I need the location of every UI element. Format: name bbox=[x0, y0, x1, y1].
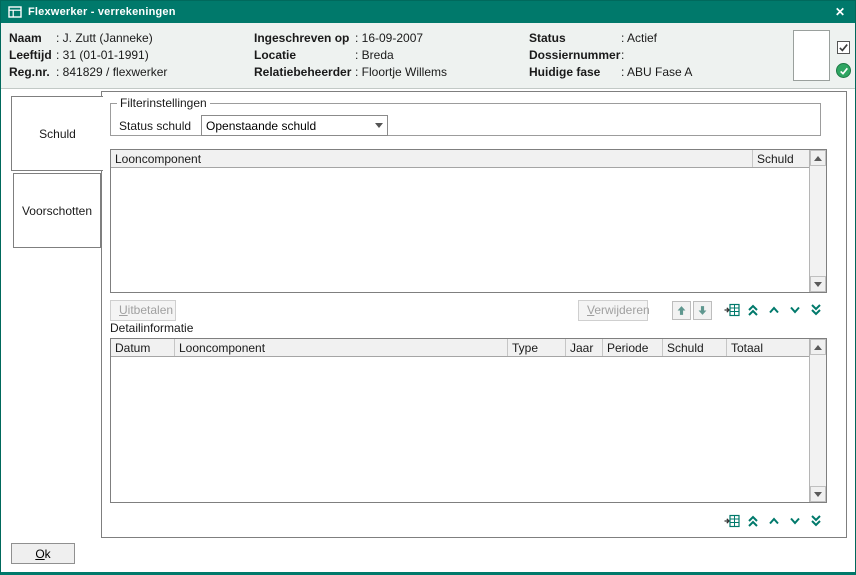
col-schuld-detail[interactable]: Schuld bbox=[663, 339, 727, 356]
detail-table-body[interactable] bbox=[111, 357, 809, 502]
dialog-body: Schuld Voorschotten Filterinstellingen S… bbox=[1, 89, 855, 572]
filter-row: Status schuld Openstaande schuld bbox=[119, 115, 388, 136]
employee-info-col3: Status : Actief Dossiernummer : Huidige … bbox=[529, 31, 692, 79]
huidige-fase-value: : ABU Fase A bbox=[621, 65, 692, 79]
arrow-down-icon bbox=[697, 305, 708, 316]
chevron-down-icon bbox=[788, 514, 802, 528]
scroll-up-icon[interactable] bbox=[810, 339, 826, 355]
schuld-table-body[interactable] bbox=[111, 168, 809, 292]
status-schuld-select-wrap: Openstaande schuld bbox=[201, 115, 388, 136]
dossiernummer-value: : bbox=[621, 48, 692, 62]
status-schuld-label: Status schuld bbox=[119, 119, 191, 133]
schuld-panel: Filterinstellingen Status schuld Opensta… bbox=[101, 91, 847, 538]
dossiernummer-label: Dossiernummer bbox=[529, 48, 621, 62]
col-totaal[interactable]: Totaal bbox=[727, 339, 809, 356]
window-title: Flexwerker - verrekeningen bbox=[28, 6, 826, 18]
detailinformatie-title: Detailinformatie bbox=[110, 321, 193, 335]
status-value: : Actief bbox=[621, 31, 692, 45]
window-icon bbox=[8, 6, 22, 18]
regnr-label: Reg.nr. bbox=[9, 65, 56, 79]
employee-photo-placeholder bbox=[793, 30, 830, 81]
detail-table-scrollbar[interactable] bbox=[809, 339, 826, 502]
leeftijd-label: Leeftijd bbox=[9, 48, 56, 62]
move-down-button[interactable] bbox=[693, 301, 712, 320]
chevron-double-up-icon bbox=[746, 514, 760, 528]
employee-info-col2: Ingeschreven op : 16-09-2007 Locatie : B… bbox=[254, 31, 447, 79]
scroll-step-down-button-detail[interactable] bbox=[786, 512, 804, 530]
grid-arrow-icon bbox=[724, 303, 740, 317]
chevron-double-down-icon bbox=[809, 514, 823, 528]
employee-info-header: Naam : J. Zutt (Janneke) Leeftijd : 31 (… bbox=[1, 23, 855, 89]
detail-toolbar bbox=[110, 510, 825, 532]
filter-legend: Filterinstellingen bbox=[117, 96, 210, 110]
relatiebeheerder-label: Relatiebeheerder bbox=[254, 65, 355, 79]
detail-table-header: Datum Looncomponent Type Jaar Periode Sc… bbox=[111, 339, 809, 357]
scroll-bottom-button[interactable] bbox=[807, 301, 825, 319]
detail-table: Datum Looncomponent Type Jaar Periode Sc… bbox=[110, 338, 827, 503]
tab-schuld-label: Schuld bbox=[39, 127, 76, 141]
record-grid-button[interactable] bbox=[723, 301, 741, 319]
grid-arrow-icon bbox=[724, 514, 740, 528]
col-schuld[interactable]: Schuld bbox=[753, 150, 809, 167]
scroll-bottom-button-detail[interactable] bbox=[807, 512, 825, 530]
col-datum[interactable]: Datum bbox=[111, 339, 175, 356]
status-label: Status bbox=[529, 31, 621, 45]
header-checkbox[interactable] bbox=[837, 41, 850, 54]
locatie-value: : Breda bbox=[355, 48, 447, 62]
titlebar: Flexwerker - verrekeningen ✕ bbox=[1, 1, 855, 23]
scroll-step-down-button[interactable] bbox=[786, 301, 804, 319]
col-looncomponent[interactable]: Looncomponent bbox=[111, 150, 753, 167]
regnr-value: : 841829 / flexwerker bbox=[56, 65, 167, 79]
chevron-up-icon bbox=[767, 514, 781, 528]
flexwerker-verrekeningen-window: Flexwerker - verrekeningen ✕ Naam : J. Z… bbox=[0, 0, 856, 575]
ingeschreven-label: Ingeschreven op bbox=[254, 31, 355, 45]
ok-button[interactable]: Ok bbox=[11, 543, 75, 564]
filter-groupbox: Filterinstellingen Status schuld Opensta… bbox=[110, 96, 821, 136]
huidige-fase-label: Huidige fase bbox=[529, 65, 621, 79]
locatie-label: Locatie bbox=[254, 48, 355, 62]
scroll-down-icon[interactable] bbox=[810, 486, 826, 502]
schuld-table-scrollbar[interactable] bbox=[809, 150, 826, 292]
scroll-top-button-detail[interactable] bbox=[744, 512, 762, 530]
col-periode[interactable]: Periode bbox=[603, 339, 663, 356]
schuld-table-header: Looncomponent Schuld bbox=[111, 150, 809, 168]
scroll-up-icon[interactable] bbox=[810, 150, 826, 166]
relatiebeheerder-value: : Floortje Willems bbox=[355, 65, 447, 79]
move-up-button[interactable] bbox=[672, 301, 691, 320]
col-type[interactable]: Type bbox=[508, 339, 566, 356]
tab-voorschotten-label: Voorschotten bbox=[22, 204, 92, 218]
check-icon bbox=[838, 42, 849, 53]
schuld-table: Looncomponent Schuld bbox=[110, 149, 827, 293]
tab-voorschotten[interactable]: Voorschotten bbox=[13, 173, 101, 248]
record-grid-button-detail[interactable] bbox=[723, 512, 741, 530]
chevron-double-up-icon bbox=[746, 303, 760, 317]
status-ok-icon bbox=[836, 63, 851, 78]
col-looncomponent-detail[interactable]: Looncomponent bbox=[175, 339, 508, 356]
chevron-double-down-icon bbox=[809, 303, 823, 317]
chevron-down-icon bbox=[788, 303, 802, 317]
verwijderen-button[interactable]: Verwijderen bbox=[578, 300, 648, 321]
scroll-top-button[interactable] bbox=[744, 301, 762, 319]
scroll-down-icon[interactable] bbox=[810, 276, 826, 292]
status-schuld-select[interactable]: Openstaande schuld bbox=[201, 115, 388, 136]
naam-value: : J. Zutt (Janneke) bbox=[56, 31, 167, 45]
scroll-step-up-button-detail[interactable] bbox=[765, 512, 783, 530]
scroll-step-up-button[interactable] bbox=[765, 301, 783, 319]
naam-label: Naam bbox=[9, 31, 56, 45]
leeftijd-value: : 31 (01-01-1991) bbox=[56, 48, 167, 62]
employee-info-col1: Naam : J. Zutt (Janneke) Leeftijd : 31 (… bbox=[9, 31, 167, 79]
col-jaar[interactable]: Jaar bbox=[566, 339, 603, 356]
arrow-up-icon bbox=[676, 305, 687, 316]
tab-schuld[interactable]: Schuld bbox=[11, 96, 103, 171]
chevron-up-icon bbox=[767, 303, 781, 317]
ingeschreven-value: : 16-09-2007 bbox=[355, 31, 447, 45]
uitbetalen-button[interactable]: Uitbetalen bbox=[110, 300, 176, 321]
schuld-toolbar: Uitbetalen Verwijderen bbox=[110, 299, 825, 321]
close-icon[interactable]: ✕ bbox=[832, 4, 848, 20]
